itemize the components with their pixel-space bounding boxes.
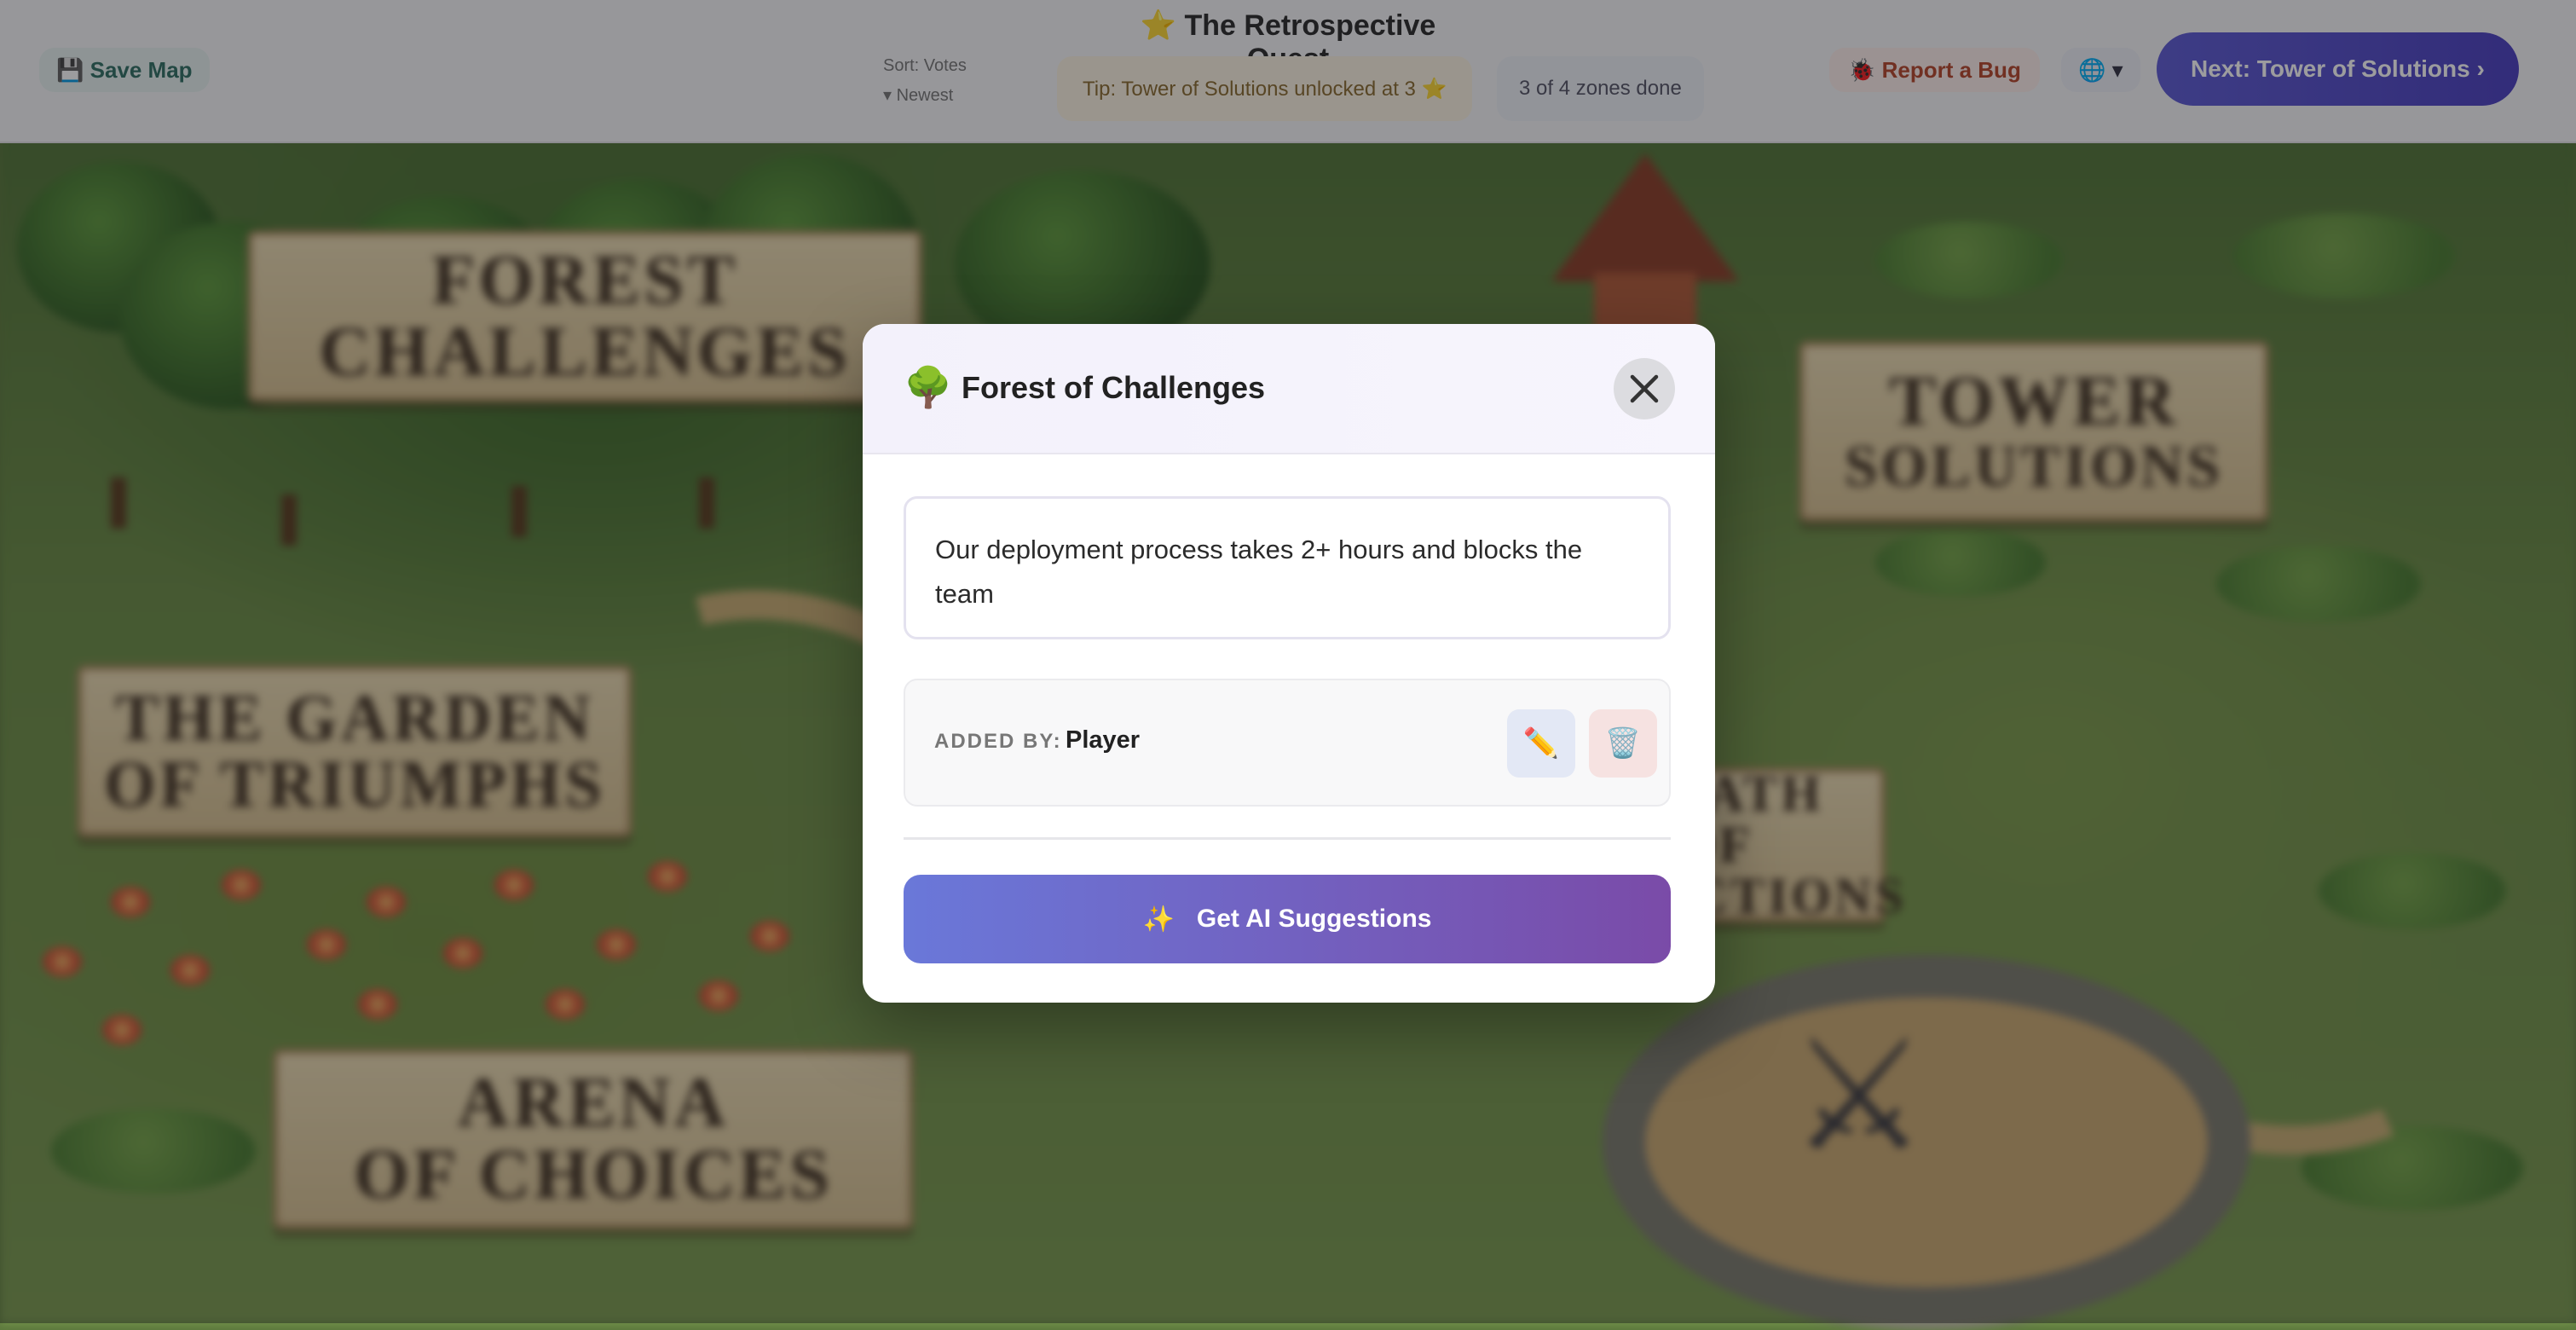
close-icon — [1630, 374, 1659, 403]
tree-icon: 🌳 — [904, 365, 953, 409]
added-by-label: ADDED BY: — [934, 730, 1062, 753]
close-button[interactable] — [1614, 358, 1675, 419]
added-by-value: Player — [1066, 726, 1141, 754]
zone-detail-modal: 🌳 Forest of Challenges Our deployment pr… — [863, 324, 1715, 1003]
sparkles-icon: ✨ — [1142, 905, 1175, 934]
edit-button[interactable]: ✏️ — [1507, 709, 1575, 778]
modal-header: 🌳 Forest of Challenges — [863, 324, 1715, 454]
trash-icon: 🗑️ — [1604, 727, 1642, 760]
modal-title: Forest of Challenges — [962, 370, 1266, 405]
challenge-description[interactable]: Our deployment process takes 2+ hours an… — [904, 496, 1671, 639]
divider — [904, 837, 1671, 840]
author-panel: ADDED BY: Player ✏️ 🗑️ — [904, 679, 1671, 807]
delete-button[interactable]: 🗑️ — [1589, 709, 1657, 778]
get-ai-suggestions-button[interactable]: ✨ Get AI Suggestions — [904, 875, 1671, 963]
pencil-icon: ✏️ — [1522, 727, 1560, 760]
ai-button-label: Get AI Suggestions — [1196, 905, 1432, 933]
